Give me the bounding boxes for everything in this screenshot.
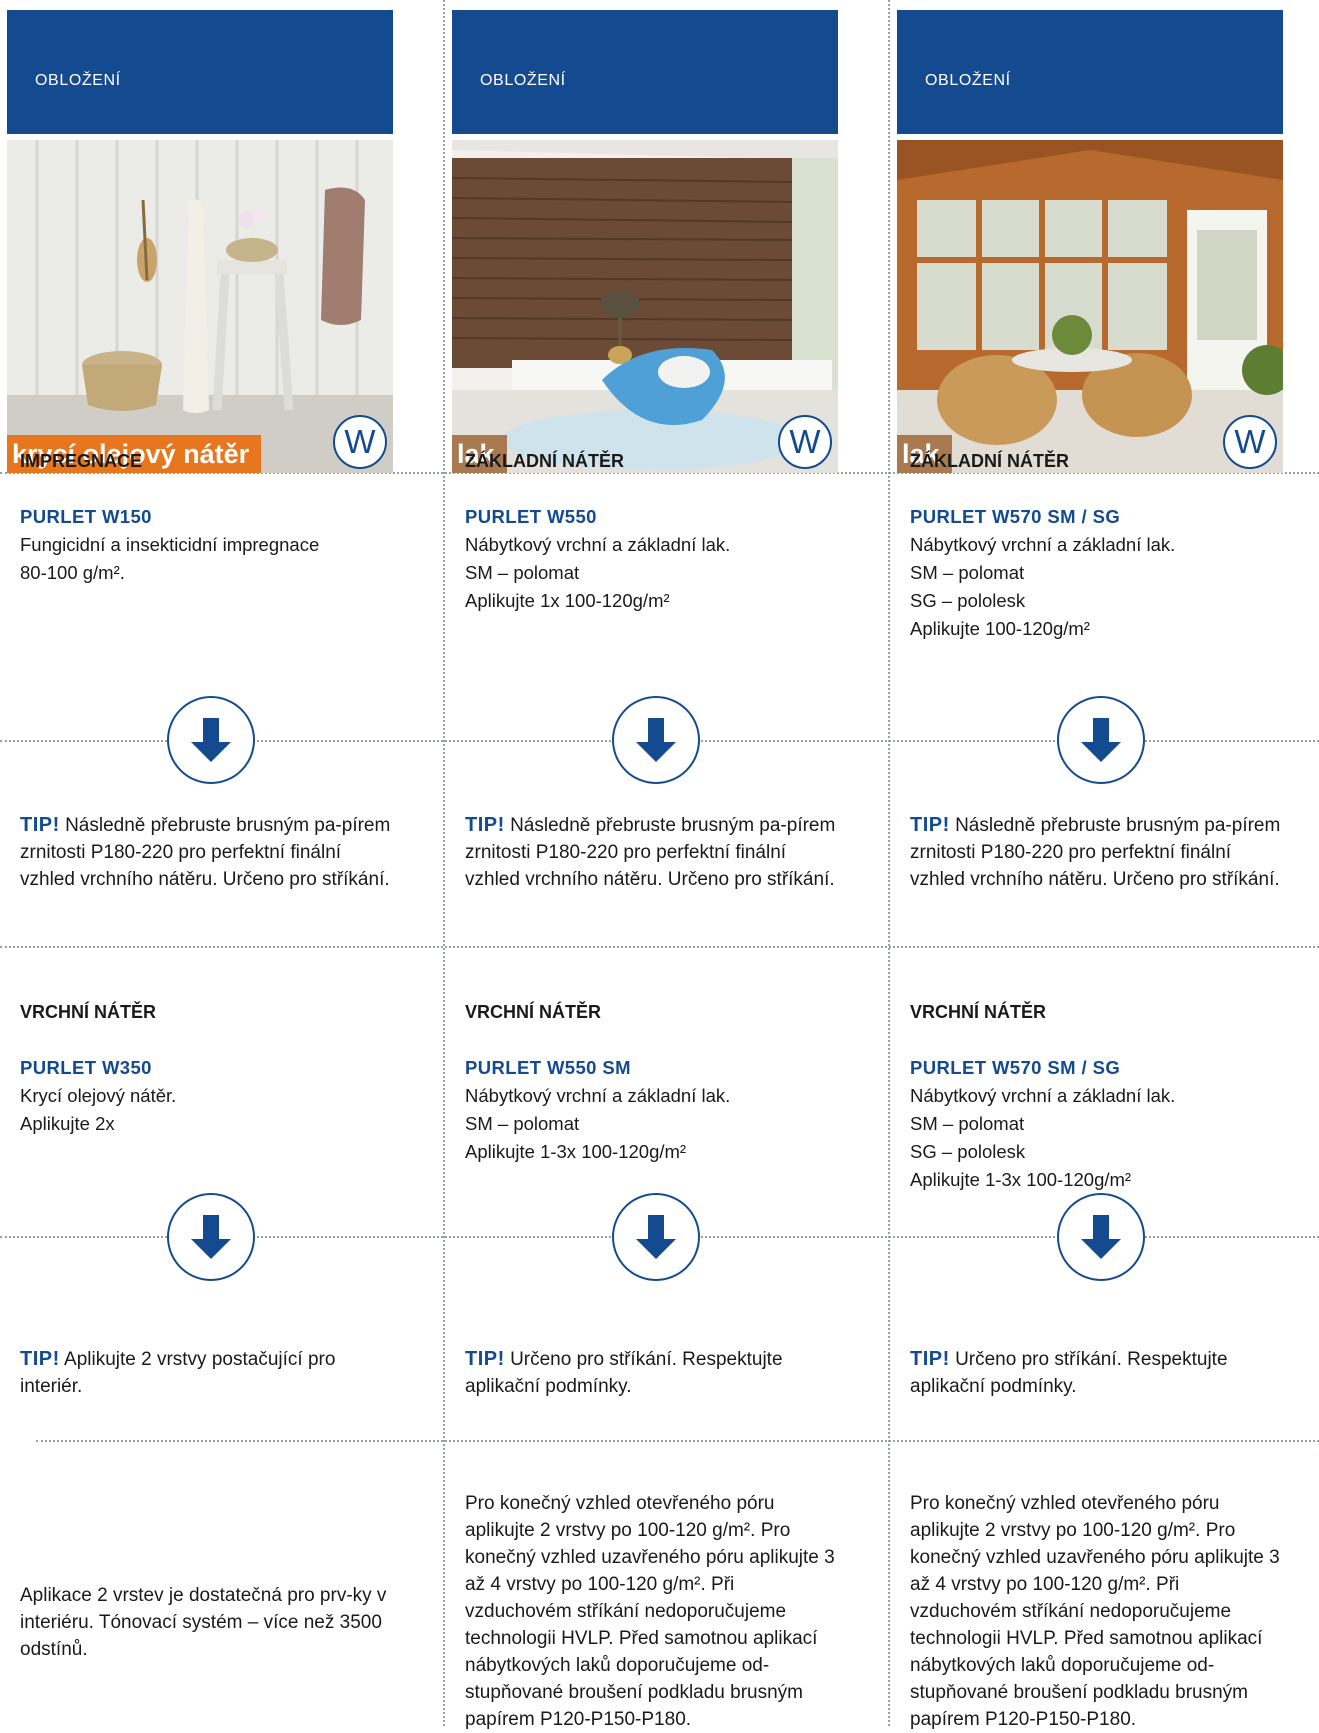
arrow-down-icon [167,1193,255,1281]
header-label: OBLOŽENÍ [925,72,1011,89]
tip-text: Následně přebruste brusným pa-pírem zrni… [20,815,391,890]
tip1-block: TIP! Následně přebruste brusným pa-pírem… [465,812,840,893]
step2-product: PURLET W570 SM / SG [910,1057,1121,1078]
system-column-lacquer: OBLOŽENÍ lak W ZÁKLADNÍ NÁTĚR PURLET W55… [452,10,840,1730]
tip-text: Aplikujte 2 vrstvy postačující pro inter… [20,1349,336,1397]
step1-title: IMPREGNACE [20,451,143,471]
system-column-oil: OBLOŽENÍ krycí olejový nátěr W IMPREGNAC… [7,10,393,1726]
step2-title: VRCHNÍ NÁTĚR [20,1002,157,1022]
tip2-block: TIP! Aplikujte 2 vrstvy postačující pro … [20,1346,395,1400]
photo-sunroom: lak W [897,140,1283,473]
living-room-illustration [452,140,838,473]
step1-line: Aplikujte 1x 100-120g/m² [465,590,670,611]
step2-line: Nábytkový vrchní a základní lak. [910,1085,1176,1106]
column-header: OBLOŽENÍ [7,10,393,134]
tip-label: TIP! [910,814,950,836]
step1-line: 80-100 g/m². [20,562,125,583]
final-note: Pro konečný vzhled otevřeného póru aplik… [910,1493,1280,1730]
step2-product: PURLET W350 [20,1057,152,1078]
step1-line: Nábytkový vrchní a základní lak. [910,534,1176,555]
sunroom-illustration [897,140,1283,473]
step1-block: ZÁKLADNÍ NÁTĚR PURLET W570 SM / SG Nábyt… [910,447,1280,643]
step1-line: SG – pololesk [910,590,1026,611]
step1-product: PURLET W150 [20,506,152,527]
step1-block: IMPREGNACE PURLET W150 Fungicidní a inse… [20,447,390,587]
tip-text: Určeno pro stříkání. Respektujte aplikač… [465,1349,783,1397]
step2-line: SM – polomat [910,1113,1025,1134]
arrow-down-icon [1057,696,1145,784]
step2-block: VRCHNÍ NÁTĚR PURLET W570 SM / SG Nábytko… [910,998,1280,1194]
column-divider [888,0,890,1726]
step2-title: VRCHNÍ NÁTĚR [465,1002,602,1022]
step2-line: Aplikujte 1-3x 100-120g/m² [465,1141,687,1162]
step1-title: ZÁKLADNÍ NÁTĚR [910,451,1069,471]
tip1-block: TIP! Následně přebruste brusným pa-pírem… [910,812,1285,893]
step2-title: VRCHNÍ NÁTĚR [910,1002,1047,1022]
step1-product: PURLET W550 [465,506,597,527]
step1-line: SM – polomat [910,562,1025,583]
step1-line: Nábytkový vrchní a základní lak. [465,534,731,555]
step2-line: Aplikujte 1-3x 100-120g/m² [910,1169,1132,1190]
tip-label: TIP! [465,1348,505,1370]
final-note: Pro konečný vzhled otevřeného póru aplik… [465,1493,835,1730]
bathroom-illustration [7,140,393,473]
column-divider [443,0,445,1726]
step2-block: VRCHNÍ NÁTĚR PURLET W350 Krycí olejový n… [20,998,390,1138]
column-header: OBLOŽENÍ [452,10,838,134]
tip-label: TIP! [20,1348,60,1370]
arrow-down-icon [167,696,255,784]
tip2-block: TIP! Určeno pro stříkání. Respektujte ap… [910,1346,1285,1400]
step2-line: SG – pololesk [910,1141,1026,1162]
arrow-down-icon [1057,1193,1145,1281]
photo-bathroom: krycí olejový nátěr W [7,140,393,473]
step1-block: ZÁKLADNÍ NÁTĚR PURLET W550 Nábytkový vrc… [465,447,835,615]
step1-line: SM – polomat [465,562,580,583]
tip1-block: TIP! Následně přebruste brusným pa-pírem… [20,812,395,893]
step2-line: Nábytkový vrchní a základní lak. [465,1085,731,1106]
step1-product: PURLET W570 SM / SG [910,506,1121,527]
system-column-lacquer-sg: OBLOŽENÍ lak W ZÁKLADNÍ NÁTĚR PURLET W57… [897,10,1285,1730]
step2-line: Aplikujte 2x [20,1113,115,1134]
step1-line: Fungicidní a insekticidní impregnace [20,534,320,555]
tip-text: Určeno pro stříkání. Respektujte aplikač… [910,1349,1228,1397]
photo-living-room: lak W [452,140,838,473]
column-header: OBLOŽENÍ [897,10,1283,134]
tip-text: Následně přebruste brusným pa-pírem zrni… [910,815,1281,890]
tip-label: TIP! [910,1348,950,1370]
step1-title: ZÁKLADNÍ NÁTĚR [465,451,624,471]
tip-text: Následně přebruste brusným pa-pírem zrni… [465,815,836,890]
step2-block: VRCHNÍ NÁTĚR PURLET W550 SM Nábytkový vr… [465,998,835,1166]
step1-line: Aplikujte 100-120g/m² [910,618,1090,639]
arrow-down-icon [612,696,700,784]
header-label: OBLOŽENÍ [35,72,121,89]
final-note: Aplikace 2 vrstev je dostatečná pro prv-… [20,1585,387,1660]
arrow-down-icon [612,1193,700,1281]
step2-line: Krycí olejový nátěr. [20,1085,177,1106]
tip-label: TIP! [465,814,505,836]
tip2-block: TIP! Určeno pro stříkání. Respektujte ap… [465,1346,840,1400]
tip-label: TIP! [20,814,60,836]
step2-product: PURLET W550 SM [465,1057,631,1078]
step2-line: SM – polomat [465,1113,580,1134]
header-label: OBLOŽENÍ [480,72,566,89]
